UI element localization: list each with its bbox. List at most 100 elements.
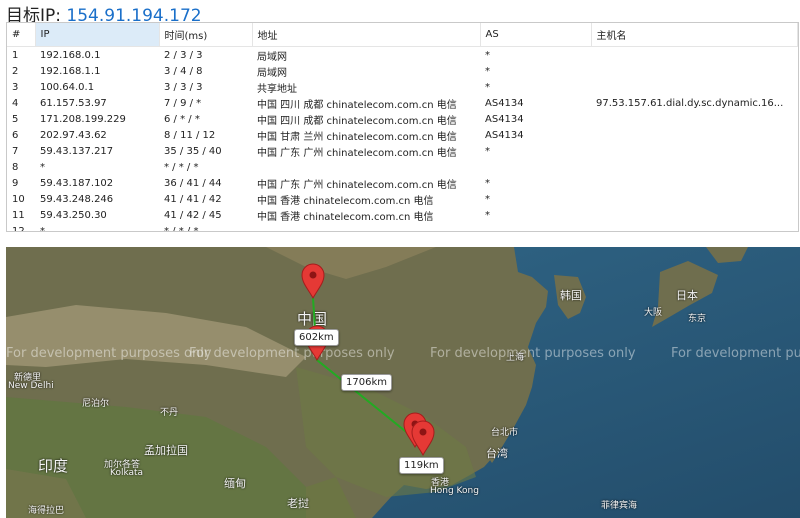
- cell-time: 36 / 41 / 44: [164, 177, 222, 189]
- column-header-time[interactable]: 时间(ms): [159, 23, 253, 47]
- cell-time: 3 / 4 / 8: [164, 65, 203, 77]
- table-header-row: # IP 时间(ms) 地址 AS 主机名: [7, 23, 798, 47]
- table-row[interactable]: 12 * * / * / *: [7, 223, 797, 232]
- cell-hostname: [591, 79, 797, 95]
- cell-hostname: [591, 175, 797, 191]
- distance-label: 602km: [294, 329, 339, 346]
- table-row[interactable]: 5 171.208.199.229 6 / * / * 中国 四川 成都 chinat…: [7, 111, 797, 127]
- cell-hostname: [591, 63, 797, 79]
- cell-address: [252, 223, 480, 231]
- cell-hop: 6: [12, 129, 19, 141]
- cell-as: *: [485, 65, 490, 77]
- cell-hop: 11: [12, 209, 25, 221]
- cell-hop: 5: [12, 113, 19, 125]
- cell-ip: *: [40, 225, 45, 232]
- cell-address: 中国 香港 chinatelecom.com.cn 电信: [257, 211, 434, 223]
- cell-address: 中国 甘肃 兰州 chinatelecom.com.cn 电信: [257, 131, 457, 143]
- table-row[interactable]: 6 202.97.43.62 8 / 11 / 12 中国 甘肃 兰州 chinate…: [7, 127, 797, 143]
- table-row[interactable]: 9 59.43.187.102 36 / 41 / 44 中国 广东 广州 china…: [7, 175, 797, 191]
- cell-time: 41 / 41 / 42: [164, 193, 222, 205]
- table-row[interactable]: 4 61.157.53.97 7 / 9 / * 中国 四川 成都 chinatele…: [7, 95, 797, 111]
- cell-time: 3 / 3 / 3: [164, 81, 203, 93]
- cell-time: 41 / 42 / 45: [164, 209, 222, 221]
- cell-as: *: [485, 49, 490, 61]
- cell-ip: 171.208.199.229: [40, 113, 126, 125]
- cell-hop: 4: [12, 97, 19, 109]
- table-row[interactable]: 7 59.43.137.217 35 / 35 / 40 中国 广东 广州 china…: [7, 143, 797, 159]
- cell-as: [480, 223, 591, 231]
- cell-address: 中国 香港 chinatelecom.com.cn 电信: [257, 195, 434, 207]
- cell-address: 局域网: [257, 51, 287, 63]
- cell-address: 共享地址: [257, 83, 297, 95]
- traceroute-table: # IP 时间(ms) 地址 AS 主机名 1 192.168.0.1 2 / 3 …: [7, 23, 798, 232]
- table-row[interactable]: 3 100.64.0.1 3 / 3 / 3 共享地址 *: [7, 79, 797, 95]
- cell-as: *: [485, 193, 490, 205]
- cell-as: AS4134: [485, 129, 524, 141]
- distance-label: 119km: [399, 457, 444, 474]
- cell-address: 局域网: [257, 67, 287, 79]
- cell-hop: 1: [12, 49, 19, 61]
- column-header-address[interactable]: 地址: [252, 23, 481, 47]
- route-map[interactable]: For development purposes only For develo…: [6, 247, 800, 518]
- cell-address: [252, 159, 480, 175]
- cell-ip: 192.168.1.1: [40, 65, 101, 77]
- cell-address: 中国 四川 成都 chinatelecom.com.cn 电信: [257, 115, 457, 127]
- cell-time: 8 / 11 / 12: [164, 129, 216, 141]
- cell-ip: 100.64.0.1: [40, 81, 95, 93]
- table-row[interactable]: 1 192.168.0.1 2 / 3 / 3 局域网 *: [7, 47, 797, 64]
- column-header-hop[interactable]: #: [7, 23, 36, 47]
- cell-ip: 192.168.0.1: [40, 49, 101, 61]
- cell-ip: 202.97.43.62: [40, 129, 107, 141]
- cell-hostname: [591, 47, 797, 64]
- cell-hop: 10: [12, 193, 25, 205]
- column-header-ip[interactable]: IP: [35, 23, 160, 47]
- cell-hop: 12: [12, 225, 25, 232]
- cell-as: *: [485, 209, 490, 221]
- cell-hop: 7: [12, 145, 19, 157]
- cell-ip: 59.43.248.246: [40, 193, 114, 205]
- traceroute-table-panel[interactable]: # IP 时间(ms) 地址 AS 主机名 1 192.168.0.1 2 / 3 …: [6, 22, 799, 232]
- cell-hop: 2: [12, 65, 19, 77]
- cell-time: * / * / *: [164, 225, 199, 232]
- column-header-hostname[interactable]: 主机名: [591, 23, 798, 47]
- cell-as: *: [485, 81, 490, 93]
- route-overlay: [301, 263, 435, 457]
- cell-ip: 59.43.137.217: [40, 145, 114, 157]
- cell-hostname: [591, 191, 797, 207]
- cell-address: 中国 广东 广州 chinatelecom.com.cn 电信: [257, 147, 457, 159]
- cell-ip: *: [40, 161, 45, 173]
- cell-time: 6 / * / *: [164, 113, 200, 125]
- cell-hop: 3: [12, 81, 19, 93]
- cell-ip: 59.43.250.30: [40, 209, 107, 221]
- distance-label: 1706km: [341, 374, 392, 391]
- cell-ip: 61.157.53.97: [40, 97, 107, 109]
- cell-hostname: 97.53.157.61.dial.dy.sc.dynamic.16...: [596, 97, 784, 109]
- cell-hostname: [591, 143, 797, 159]
- cell-as: *: [485, 177, 490, 189]
- table-row[interactable]: 8 * * / * / *: [7, 159, 797, 175]
- cell-address: 中国 四川 成都 chinatelecom.com.cn 电信: [257, 99, 457, 111]
- map-marker[interactable]: [301, 263, 325, 300]
- cell-as: AS4134: [485, 113, 524, 125]
- cell-hop: 9: [12, 177, 19, 189]
- map-marker[interactable]: [411, 420, 435, 457]
- table-row[interactable]: 11 59.43.250.30 41 / 42 / 45 中国 香港 chinatel…: [7, 207, 797, 223]
- cell-hostname: [591, 111, 797, 127]
- cell-time: 35 / 35 / 40: [164, 145, 222, 157]
- cell-hostname: [591, 207, 797, 223]
- cell-time: 2 / 3 / 3: [164, 49, 203, 61]
- cell-hostname: [591, 159, 797, 175]
- cell-address: 中国 广东 广州 chinatelecom.com.cn 电信: [257, 179, 457, 191]
- cell-as: *: [485, 145, 490, 157]
- cell-as: AS4134: [485, 97, 524, 109]
- cell-ip: 59.43.187.102: [40, 177, 114, 189]
- cell-hostname: [591, 127, 797, 143]
- table-row[interactable]: 10 59.43.248.246 41 / 41 / 42 中国 香港 chinate…: [7, 191, 797, 207]
- table-row[interactable]: 2 192.168.1.1 3 / 4 / 8 局域网 *: [7, 63, 797, 79]
- cell-hostname: [591, 223, 797, 231]
- cell-hop: 8: [12, 161, 19, 173]
- cell-time: * / * / *: [164, 161, 199, 173]
- cell-time: 7 / 9 / *: [164, 97, 202, 109]
- column-header-as[interactable]: AS: [480, 23, 592, 47]
- cell-as: [480, 159, 591, 175]
